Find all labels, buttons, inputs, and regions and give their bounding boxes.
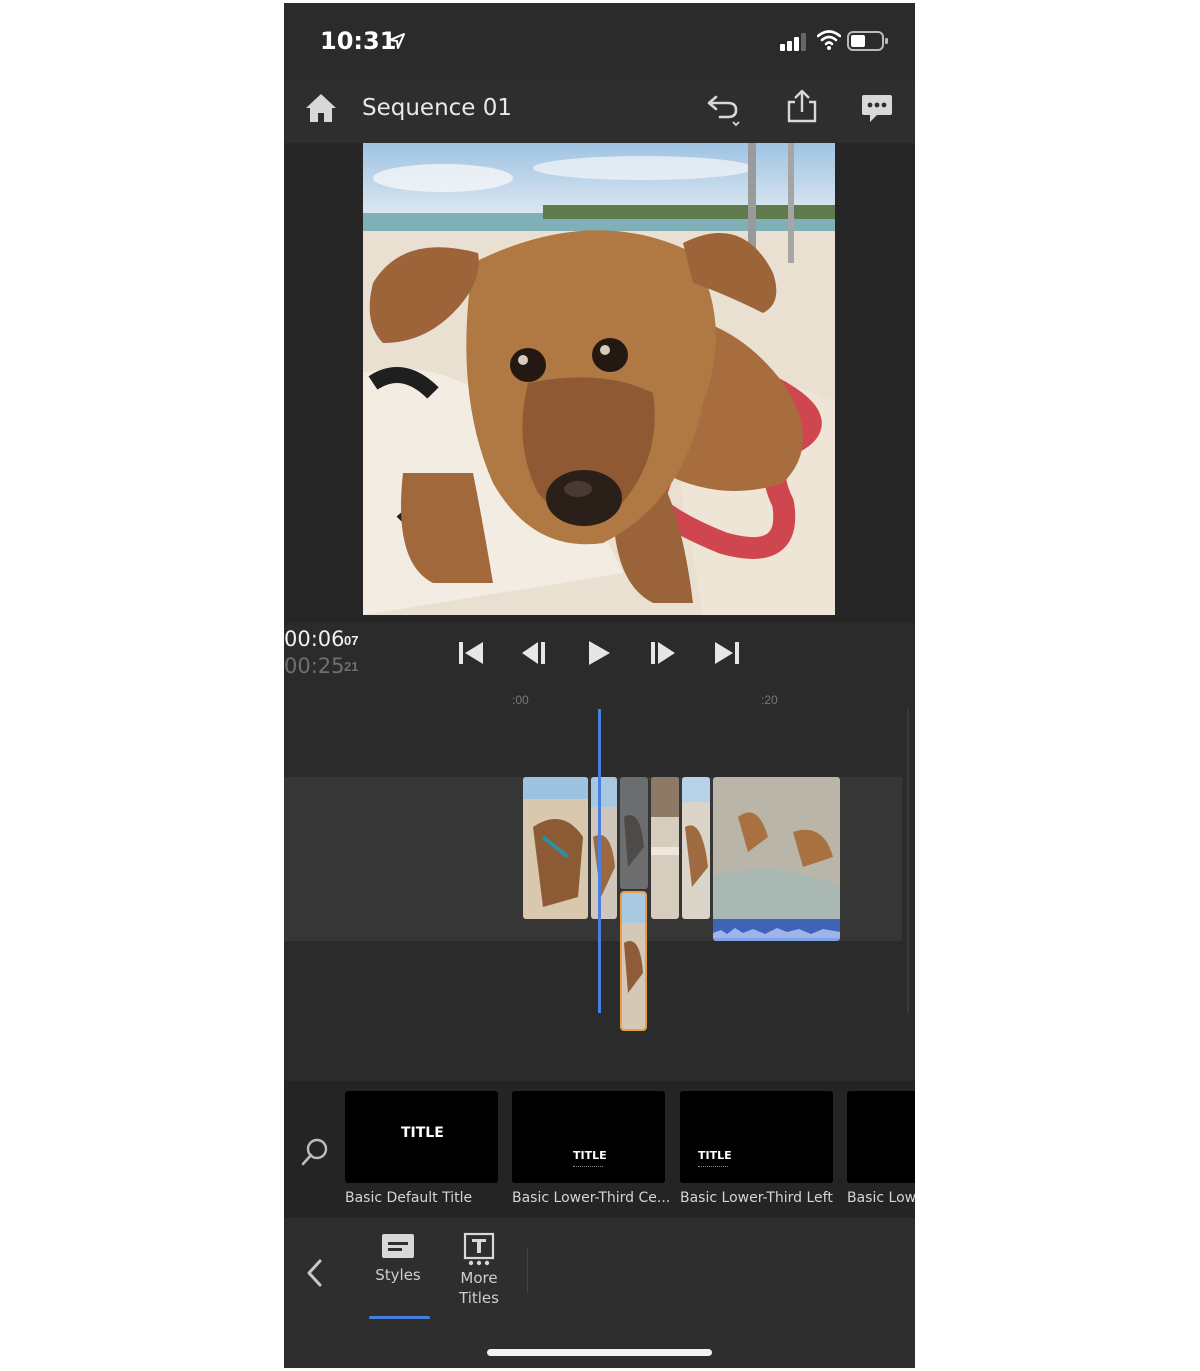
bottom-toolbar: Styles More Titles [284, 1217, 915, 1368]
title-clip-selected[interactable] [620, 891, 647, 1031]
go-to-end-icon[interactable] [712, 639, 742, 667]
title-style-card[interactable]: TITLE [680, 1091, 833, 1183]
step-back-icon[interactable] [520, 639, 550, 667]
location-arrow-icon [389, 33, 405, 49]
ruler-label-start: :00 [512, 693, 529, 707]
title-card-text: TITLE [698, 1149, 732, 1162]
timeline-clip[interactable] [620, 777, 648, 889]
title-card-text: TITLE [401, 1125, 444, 1141]
title-style-caption: Basic Default Title [345, 1190, 473, 1206]
timeline-scrollbar[interactable] [907, 709, 909, 1013]
title-style-caption: Basic Lower-Third Left [680, 1190, 833, 1206]
duration-frames: 21 [344, 659, 359, 674]
home-icon[interactable] [304, 91, 338, 125]
status-bar: 10:31 [284, 3, 915, 81]
timeline-clip-selected-audio[interactable] [713, 777, 840, 941]
more-titles-icon [463, 1232, 495, 1266]
title-style-caption: Basic Lower-Third Ce... [512, 1190, 671, 1206]
timeline-clip[interactable] [682, 777, 710, 919]
program-monitor [284, 143, 915, 623]
tab-divider [527, 1248, 528, 1292]
step-forward-icon[interactable] [648, 639, 678, 667]
phone-screen: 10:31 Sequence 01 00:06 07 00:25 21:00 … [284, 3, 915, 1368]
share-icon[interactable] [784, 89, 820, 125]
subtitle-placeholder [573, 1166, 603, 1169]
playhead[interactable] [598, 709, 601, 1013]
wifi-icon [817, 30, 841, 50]
ruler-label-20: :20 [761, 693, 778, 707]
active-tab-indicator [369, 1316, 430, 1319]
tab-more-titles-label: More Titles [459, 1269, 499, 1307]
battery-icon [847, 31, 888, 51]
go-to-start-icon[interactable] [456, 639, 486, 667]
current-timecode: 00:06 [284, 627, 345, 651]
video-preview[interactable] [363, 143, 835, 615]
title-style-card[interactable]: TITLE [512, 1091, 665, 1183]
current-frames: 07 [344, 633, 359, 648]
status-time: 10:31 [320, 27, 397, 55]
titles-gallery: TITLE Basic Default Title TITLE Basic Lo… [284, 1081, 915, 1217]
title-style-card[interactable]: TITLE [345, 1091, 498, 1183]
tab-styles[interactable]: Styles [368, 1232, 428, 1284]
chevron-left-icon[interactable] [304, 1258, 326, 1288]
tab-more-titles[interactable]: More Titles [450, 1232, 508, 1308]
tab-styles-label: Styles [375, 1266, 421, 1284]
timeline-clip[interactable] [523, 777, 588, 919]
title-card-text: TITLE [573, 1149, 607, 1162]
home-indicator[interactable] [487, 1349, 712, 1356]
comment-icon[interactable] [860, 91, 894, 125]
title-style-card[interactable] [847, 1091, 915, 1183]
search-icon[interactable] [300, 1137, 330, 1167]
undo-icon[interactable] [706, 91, 744, 127]
cellular-signal-icon [780, 33, 806, 51]
title-style-caption: Basic Lower [847, 1190, 915, 1206]
play-icon[interactable] [584, 639, 614, 667]
sequence-title[interactable]: Sequence 01 [362, 95, 512, 121]
app-header: Sequence 01 [284, 81, 915, 143]
styles-icon [382, 1234, 414, 1258]
puppy-preview-image [363, 143, 835, 615]
subtitle-placeholder [698, 1166, 728, 1169]
timeline-clip[interactable] [591, 777, 617, 919]
timeline-clip[interactable] [651, 777, 679, 919]
duration-timecode: 00:25 [284, 654, 345, 678]
